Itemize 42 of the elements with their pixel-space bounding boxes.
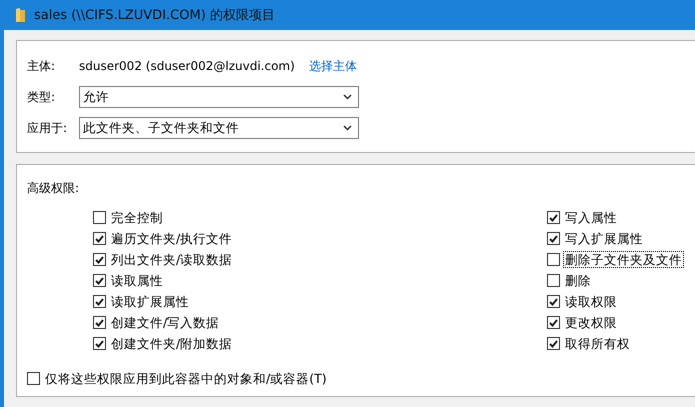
checkbox-label[interactable]: 写入扩展属性	[563, 230, 645, 247]
checkbox-label[interactable]: 读取属性	[109, 272, 165, 289]
applies-to-dropdown[interactable]: 此文件夹、子文件夹和文件	[79, 117, 359, 139]
checkbox-label[interactable]: 读取扩展属性	[109, 293, 191, 310]
checkbox[interactable]	[547, 337, 560, 350]
checkbox-label[interactable]: 删除子文件夹及文件	[563, 251, 684, 268]
field-label: 应用于:	[27, 120, 68, 136]
checkbox-label[interactable]: 更改权限	[563, 314, 619, 331]
folder-icon	[16, 8, 25, 22]
checkbox-label[interactable]: 取得所有权	[563, 335, 632, 352]
window-title: sales (\\CIFS.LZUVDI.COM) 的权限项目	[34, 7, 275, 24]
section-heading: 高级权限:	[27, 180, 80, 197]
checkbox[interactable]	[547, 211, 560, 224]
checkbox[interactable]	[93, 316, 106, 329]
checkbox[interactable]	[93, 274, 106, 287]
checkbox-label[interactable]: 删除	[563, 272, 593, 289]
checkbox[interactable]	[93, 211, 106, 224]
field-label: 类型:	[27, 88, 56, 106]
select-principal-link[interactable]: 选择主体	[308, 58, 357, 74]
checkbox-label[interactable]: 读取权限	[563, 293, 619, 310]
checkbox-label[interactable]: 创建文件夹/附加数据	[109, 335, 234, 352]
checkbox-label[interactable]: 写入属性	[563, 209, 619, 226]
chevron-icon	[343, 125, 352, 131]
checkbox[interactable]	[93, 232, 106, 245]
chevron-icon	[343, 94, 352, 100]
principal-value: sduser002 (sduser002@lzuvdi.com)	[79, 59, 295, 73]
field-label: 主体:	[27, 58, 56, 74]
checkbox[interactable]	[93, 253, 106, 266]
checkbox-label[interactable]: 仅将这些权限应用到此容器中的对象和/或容器(T)	[43, 370, 329, 387]
checkbox-label[interactable]: 遍历文件夹/执行文件	[109, 230, 234, 247]
checkbox[interactable]	[547, 253, 560, 266]
checkbox-label[interactable]: 完全控制	[109, 209, 165, 226]
checkbox[interactable]	[547, 316, 560, 329]
checkbox[interactable]	[547, 295, 560, 308]
checkbox[interactable]	[27, 372, 40, 385]
checkbox-label[interactable]: 列出文件夹/读取数据	[109, 251, 234, 268]
type-dropdown[interactable]: 允许	[79, 86, 359, 108]
checkbox[interactable]	[547, 274, 560, 287]
checkbox[interactable]	[547, 232, 560, 245]
checkbox[interactable]	[93, 295, 106, 308]
checkbox-label[interactable]: 创建文件/写入数据	[109, 314, 222, 331]
checkbox[interactable]	[93, 337, 106, 350]
